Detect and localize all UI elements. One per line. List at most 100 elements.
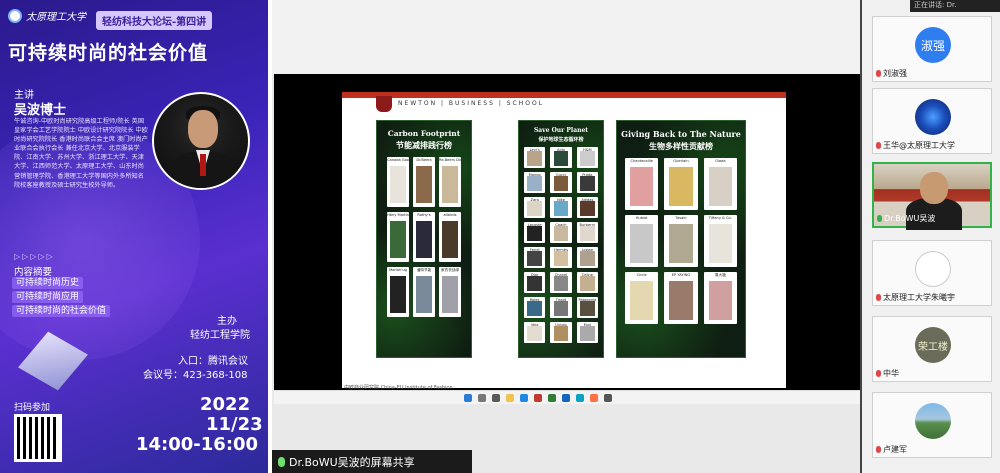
panel-subtitle: 保护地球生态循环榜	[538, 137, 584, 143]
brand-card: Tasaki	[664, 215, 698, 267]
presentation-slide: NEWTON | BUSINESS | SCHOOL Carbon Footpr…	[342, 92, 786, 388]
mic-muted-icon	[876, 294, 881, 301]
participant-tile[interactable]: 淑强 刘淑强	[872, 16, 992, 82]
brand-card: Chantecaille	[625, 158, 659, 210]
brand-card: allbirds	[439, 212, 461, 262]
university-name: 太原理工大学	[26, 12, 86, 23]
brand-card: Giada	[703, 158, 737, 210]
brand-card: Nike	[550, 197, 572, 218]
brand-card: Hublot	[625, 215, 659, 267]
screen-share-view: NEWTON | BUSINESS | SCHOOL Carbon Footpr…	[272, 0, 860, 473]
participant-tile[interactable]: 太原理工大学朱曦宇	[872, 240, 992, 306]
topic-item: 可持续时尚历史	[12, 277, 84, 289]
speaker-portrait	[152, 92, 250, 190]
brand-card: Prada	[576, 172, 598, 193]
event-year: 2022	[200, 394, 251, 415]
brand-card: Uniqlo	[550, 322, 572, 343]
app-icon[interactable]	[604, 394, 612, 402]
participant-tile[interactable]: 卢建军	[872, 392, 992, 458]
meeting-app-icon[interactable]	[576, 394, 584, 402]
excel-icon[interactable]	[548, 394, 556, 402]
participant-tile-active[interactable]: Dr.BoWU吴波	[872, 162, 992, 230]
brand-card: Hermès	[550, 247, 572, 268]
brand-card: Gucci	[550, 172, 572, 193]
event-poster: 太原理工大学 轻纺科技大论坛-第四讲 可持续时尚的社会价值 主讲 吴波博士 午诚…	[0, 0, 268, 473]
screen-share-label: Dr.BoWU吴波的屏幕共享	[272, 450, 472, 473]
brand-card: Levi's	[524, 147, 546, 168]
share-bar-label: Dr.BoWU吴波的屏幕共享	[289, 455, 415, 469]
panel-title: Save Our Planet	[533, 127, 589, 134]
participant-avatar	[915, 251, 951, 287]
panel-title: Carbon Footprint	[387, 129, 461, 138]
event-time: 14:00-16:00	[136, 434, 259, 455]
participant-tile[interactable]: 荣工楼 中华	[872, 316, 992, 382]
speaker-bio: 午诚咨询-中欧时尚研究院高级工程师/院长 英国皇家学会工艺学院院士 中欧设计研究…	[14, 118, 148, 189]
organizer-label: 主办	[217, 316, 237, 327]
brand-card: Mango	[524, 172, 546, 193]
content-summary-title: 内容摘要	[14, 267, 53, 278]
organizer-name: 轻纺工程学院	[190, 330, 250, 341]
participant-name: Dr.BoWU吴波	[884, 214, 936, 223]
brand-card: Chanel	[550, 272, 572, 293]
decorative-cube	[18, 331, 88, 391]
participant-avatar	[915, 403, 951, 439]
section-arrows: ▷▷▷▷▷	[14, 252, 55, 261]
panel-subtitle: 生物多样性贡献榜	[649, 142, 713, 151]
microphone-icon	[278, 456, 285, 467]
brand-card: Muji	[576, 322, 598, 343]
brand-card: Canada Goose	[387, 157, 409, 207]
panel-subtitle: 节能减排践行榜	[396, 141, 452, 150]
brand-card: Guerlain	[664, 158, 698, 210]
brand-card: Dr.Beers	[413, 157, 435, 207]
brand-card: Häny Martin	[387, 212, 409, 262]
brand-card: Adidas	[576, 197, 598, 218]
brand-card: Lacoste	[524, 222, 546, 243]
brand-card: Celine	[576, 272, 598, 293]
participant-tile[interactable]: 王华@太原理工大学	[872, 88, 992, 154]
brand-card: 家衣衣战绿	[439, 267, 461, 317]
meeting-platform: 入口：腾讯会议	[178, 356, 248, 367]
participant-avatar: 淑强	[915, 27, 951, 63]
brand-card: Aldo	[550, 147, 572, 168]
app-icon[interactable]	[590, 394, 598, 402]
speaker-name: 吴波博士	[14, 103, 67, 118]
participant-avatar	[915, 99, 951, 135]
taskview-icon[interactable]	[492, 394, 500, 402]
brand-card: Circle	[625, 272, 659, 324]
brand-card: Re-Beers Diamond	[439, 157, 461, 207]
event-date: 11/23	[206, 414, 263, 435]
folder-icon[interactable]	[506, 394, 514, 402]
brand-card: Zara	[524, 197, 546, 218]
panel-title: Giving Back to The Nature	[621, 129, 741, 139]
brand-card: 潘特节能	[413, 267, 435, 317]
series-badge: 轻纺科技大论坛-第四讲	[96, 11, 213, 30]
panel-save-our-planet: Save Our Planet 保护地球生态循环榜 Levi's Aldo H&…	[518, 120, 604, 358]
panel-carbon-footprint: Carbon Footprint 节能减排践行榜 Canada Goose Dr…	[376, 120, 472, 358]
search-icon[interactable]	[478, 394, 486, 402]
brand-card: Rothy's	[413, 212, 435, 262]
start-icon[interactable]	[464, 394, 472, 402]
brand-card: Loewe	[576, 247, 598, 268]
mic-muted-icon	[876, 70, 881, 77]
school-header: NEWTON | BUSINESS | SCHOOL	[398, 100, 545, 107]
word-icon[interactable]	[562, 394, 570, 402]
brand-card: Rolex	[524, 297, 546, 318]
brand-card: Burberry	[576, 222, 598, 243]
brand-card: H&M	[576, 147, 598, 168]
brand-card: EP YAYING	[664, 272, 698, 324]
brand-card: Marloh'ug	[387, 267, 409, 317]
meeting-id: 会议号：423-368-108	[143, 370, 248, 381]
panel-giving-back: Giving Back to The Nature 生物多样性贡献榜 Chant…	[616, 120, 746, 358]
browser-icon[interactable]	[520, 394, 528, 402]
participant-avatar: 荣工楼	[915, 327, 951, 363]
mic-muted-icon	[876, 142, 881, 149]
participants-panel: 正在讲话: Dr. 淑强 刘淑强 王华@太原理工大学 Dr.BoWU吴波 太原理…	[860, 0, 1000, 473]
powerpoint-icon[interactable]	[534, 394, 542, 402]
brand-card: Tissot	[550, 297, 572, 318]
university-logo-icon	[8, 8, 22, 23]
qr-code	[14, 414, 62, 462]
participant-name: 刘淑强	[883, 69, 907, 78]
brand-card: Dior	[524, 272, 546, 293]
participant-name: 王华@太原理工大学	[883, 141, 955, 150]
mic-muted-icon	[876, 446, 881, 453]
